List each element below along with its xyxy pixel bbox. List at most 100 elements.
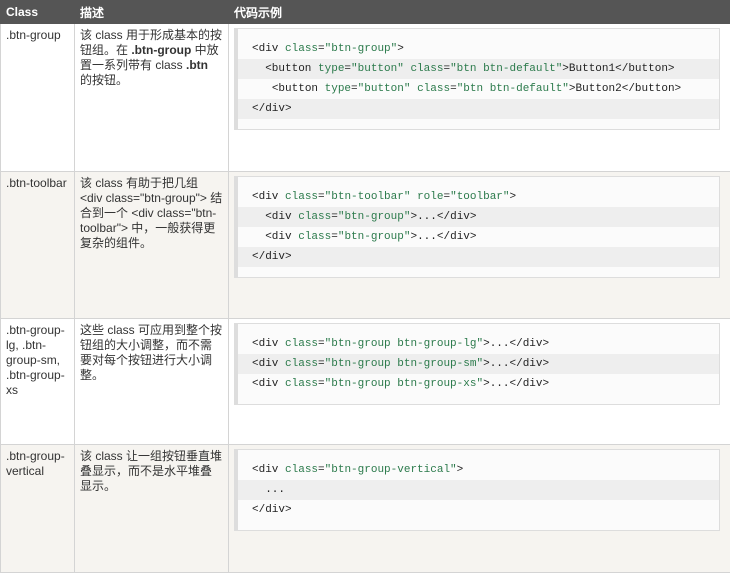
code-string: "btn-group btn-group-xs" [324, 378, 484, 390]
code-tag: > [509, 191, 517, 203]
code-attribute: class [285, 358, 319, 370]
code-line: <button type="button" class="btn btn-def… [238, 79, 719, 99]
code-line: ... [238, 480, 719, 500]
code-attribute: class [298, 211, 332, 223]
code-line: </div> [238, 247, 719, 267]
code-line: </div> [238, 99, 719, 119]
code-attribute: class [285, 378, 319, 390]
code-line: <div class="btn-group btn-group-lg">...<… [238, 334, 719, 354]
description-cell: 该 class 让一组按钮垂直堆叠显示，而不是水平堆叠显示。 [74, 444, 229, 573]
code-string: "btn-group" [337, 211, 411, 223]
description-cell: 该 class 有助于把几组 <div class="btn-group"> 结… [74, 171, 229, 319]
code-tag: <button [271, 83, 325, 95]
code-tag: = [318, 358, 325, 370]
code-line: <div class="btn-group">...</div> [238, 207, 719, 227]
class-cell: .btn-toolbar [0, 171, 75, 319]
code-string: "btn-group" [324, 43, 398, 55]
code-tag: = [450, 83, 457, 95]
code-tag: </div> [436, 211, 477, 223]
code-text: ... [417, 211, 437, 223]
code-tag: > [483, 378, 490, 390]
code-tag: > [456, 464, 464, 476]
code-string: "btn btn-default" [450, 63, 563, 75]
code-attribute: role [417, 191, 444, 203]
code-string: "toolbar" [450, 191, 510, 203]
code-tag: > [483, 358, 490, 370]
class-name-emphasis: .btn [186, 58, 209, 72]
class-cell: .btn-group-lg, .btn-group-sm, .btn-group… [0, 318, 75, 445]
code-attribute: class [285, 43, 319, 55]
code-tag: = [318, 43, 325, 55]
code-line: <div class="btn-group btn-group-sm">...<… [238, 354, 719, 374]
code-string: "btn-group btn-group-sm" [324, 358, 484, 370]
header-row: Class 描述 代码示例 [0, 0, 730, 24]
code-text: ... [489, 378, 510, 390]
code-tag: > [562, 63, 569, 75]
code-tag: = [318, 378, 325, 390]
code-attribute: class [417, 83, 451, 95]
code-string: "button" [357, 83, 411, 95]
code-block: <div class="btn-group btn-group-lg">...<… [234, 323, 720, 405]
code-tag: <div [252, 191, 286, 203]
header-class: Class [0, 0, 75, 24]
code-tag: </div> [252, 504, 292, 516]
code-tag: </div> [436, 231, 477, 243]
code-line: <div class="btn-group btn-group-xs">...<… [238, 374, 719, 394]
code-block: <div class="btn-group-vertical"> ... </di… [234, 449, 720, 531]
code-cell: <div class="btn-group btn-group-lg">...<… [228, 318, 730, 445]
table-row: .btn-group 该 class 用于形成基本的按钮组。在 .btn-gro… [0, 23, 730, 172]
description-text: 该 class 有助于把几组 <div class="btn-group"> 结… [80, 176, 223, 250]
code-string: "btn btn-default" [456, 83, 569, 95]
code-tag: <div [252, 43, 286, 55]
code-line: <button type="button" class="btn btn-def… [238, 59, 719, 79]
code-text: ... [417, 231, 437, 243]
code-tag: = [351, 83, 358, 95]
code-text: ... [489, 338, 510, 350]
description-text: 这些 class 可应用到整个按钮组的大小调整，而不需要对每个按钮进行大小调整。 [80, 323, 223, 382]
code-tag: <button [265, 63, 319, 75]
description-text: 该 class 让一组按钮垂直堆叠显示，而不是水平堆叠显示。 [80, 449, 223, 493]
description-cell: 这些 class 可应用到整个按钮组的大小调整，而不需要对每个按钮进行大小调整。 [74, 318, 229, 445]
code-attribute: class [410, 63, 444, 75]
code-tag: > [483, 338, 490, 350]
code-tag: </button> [621, 83, 682, 95]
code-tag: </button> [615, 63, 675, 75]
code-tag: </div> [509, 338, 550, 350]
code-tag: <div [252, 378, 286, 390]
code-tag: </div> [509, 358, 550, 370]
code-attribute: type [318, 63, 345, 75]
code-tag: = [318, 464, 325, 476]
code-attribute: class [285, 338, 319, 350]
code-attribute: class [298, 231, 332, 243]
header-description: 描述 [74, 0, 229, 24]
code-string: "button" [351, 63, 404, 75]
code-tag: <div [265, 211, 299, 223]
description-cell: 该 class 用于形成基本的按钮组。在 .btn-group 中放置一系列带有… [74, 23, 229, 172]
code-tag: = [318, 191, 325, 203]
code-tag: = [331, 231, 338, 243]
table-row: .btn-group-lg, .btn-group-sm, .btn-group… [0, 318, 730, 445]
code-tag: </div> [252, 103, 292, 115]
code-tag: = [318, 338, 325, 350]
class-cell: .btn-group-vertical [0, 444, 75, 573]
code-tag: > [568, 83, 576, 95]
table-row: .btn-toolbar 该 class 有助于把几组 <div class="… [0, 171, 730, 319]
class-name-emphasis: .btn-group [131, 43, 192, 57]
code-string: "btn-group" [337, 231, 411, 243]
code-tag: = [331, 211, 338, 223]
code-text: Button1 [568, 63, 616, 75]
code-tag: <div [252, 358, 286, 370]
code-string: "btn-group btn-group-lg" [324, 338, 484, 350]
code-tag: </div> [252, 251, 292, 263]
code-attribute: class [285, 464, 319, 476]
code-block: <div class="btn-toolbar" role="toolbar">… [234, 176, 720, 278]
code-tag: <div [252, 464, 286, 476]
code-cell: <div class="btn-toolbar" role="toolbar">… [228, 171, 730, 319]
code-line: <div class="btn-group-vertical"> [238, 460, 719, 480]
code-tag: </div> [509, 378, 550, 390]
header-code-example: 代码示例 [228, 0, 730, 24]
code-tag: <div [265, 231, 299, 243]
